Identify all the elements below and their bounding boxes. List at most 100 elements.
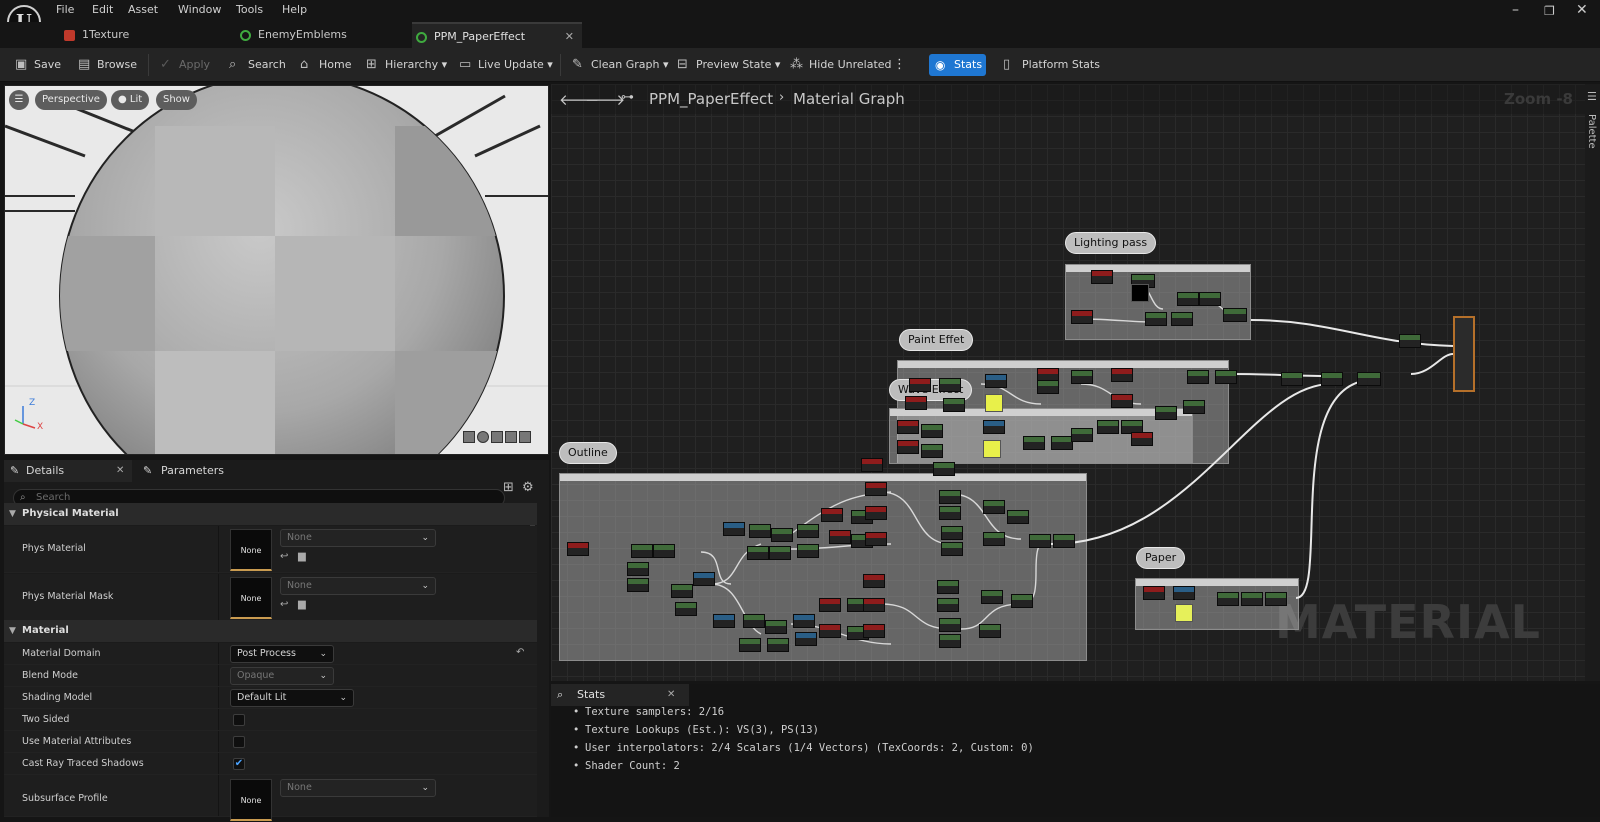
browse-button[interactable]: ▤ Browse bbox=[78, 48, 137, 82]
color-swatch[interactable] bbox=[1175, 604, 1193, 622]
graph-node[interactable] bbox=[1223, 308, 1247, 322]
graph-node[interactable] bbox=[1217, 592, 1239, 606]
graph-node[interactable] bbox=[1241, 592, 1263, 606]
close-window-icon[interactable]: ✕ bbox=[1576, 2, 1588, 18]
graph-node[interactable] bbox=[1037, 380, 1059, 394]
use-material-attributes-checkbox[interactable] bbox=[233, 736, 245, 748]
graph-node[interactable] bbox=[795, 632, 817, 646]
phys-material-combo[interactable]: None ⌄ bbox=[280, 529, 436, 547]
graph-node[interactable] bbox=[749, 524, 771, 538]
graph-node[interactable] bbox=[1111, 394, 1133, 408]
graph-node[interactable] bbox=[861, 458, 883, 472]
phys-material-thumbnail[interactable]: None bbox=[230, 529, 272, 571]
graph-node[interactable] bbox=[631, 544, 653, 558]
menu-tools[interactable]: Tools bbox=[236, 3, 263, 16]
graph-node[interactable] bbox=[933, 462, 955, 476]
lit-button[interactable]: ● Lit bbox=[111, 90, 150, 110]
cylinder-icon[interactable] bbox=[463, 431, 475, 443]
platform-stats-button[interactable]: ▯ Platform Stats bbox=[1003, 48, 1100, 82]
graph-node[interactable] bbox=[1029, 534, 1051, 548]
tab-parameters[interactable]: ✎ Parameters bbox=[139, 460, 259, 482]
graph-node[interactable] bbox=[1215, 370, 1237, 384]
graph-node[interactable] bbox=[769, 546, 791, 560]
viewport-menu-icon[interactable]: ☰ bbox=[9, 90, 29, 110]
graph-node[interactable] bbox=[1173, 586, 1195, 600]
graph-node[interactable] bbox=[1145, 312, 1167, 326]
graph-node[interactable] bbox=[747, 546, 769, 560]
menu-file[interactable]: File bbox=[56, 3, 74, 16]
live-update-button[interactable]: ▭ Live Update ▾ bbox=[459, 48, 553, 82]
settings-gear-icon[interactable]: ⚙ bbox=[522, 480, 534, 495]
table-view-icon[interactable]: ⊞ bbox=[503, 480, 514, 495]
graph-node[interactable] bbox=[1171, 312, 1193, 326]
home-button[interactable]: ⌂ Home bbox=[300, 48, 351, 82]
graph-node[interactable] bbox=[627, 562, 649, 576]
hide-unrelated-button[interactable]: ⁂ Hide Unrelated bbox=[790, 48, 892, 82]
search-button[interactable]: ⌕ Search bbox=[229, 48, 286, 82]
apply-button[interactable]: ✓ Apply bbox=[160, 48, 210, 82]
graph-node[interactable] bbox=[943, 398, 965, 412]
phys-material-mask-thumbnail[interactable]: None bbox=[230, 577, 272, 619]
comment-bubble-paint-effet[interactable]: Paint Effet bbox=[899, 329, 974, 351]
graph-node[interactable] bbox=[1091, 270, 1113, 284]
graph-node[interactable] bbox=[1111, 368, 1133, 382]
material-result-node[interactable] bbox=[1453, 316, 1475, 392]
color-swatch[interactable] bbox=[1131, 284, 1149, 302]
graph-node[interactable] bbox=[921, 444, 943, 458]
graph-node[interactable] bbox=[921, 424, 943, 438]
menu-window[interactable]: Window bbox=[178, 3, 221, 16]
graph-node[interactable] bbox=[863, 624, 885, 638]
graph-node[interactable] bbox=[939, 634, 961, 648]
graph-node[interactable] bbox=[1071, 428, 1093, 442]
graph-node[interactable] bbox=[1071, 370, 1093, 384]
graph-node[interactable] bbox=[939, 490, 961, 504]
graph-node[interactable] bbox=[713, 614, 735, 628]
graph-node[interactable] bbox=[865, 482, 887, 496]
color-swatch[interactable] bbox=[983, 440, 1001, 458]
preview-viewport[interactable]: ☰ Perspective ● Lit Show Z X bbox=[4, 85, 549, 455]
graph-node[interactable] bbox=[1051, 436, 1073, 450]
preview-shape-buttons[interactable] bbox=[463, 431, 543, 445]
graph-node[interactable] bbox=[675, 602, 697, 616]
shading-model-combo[interactable]: Default Lit ⌄ bbox=[230, 689, 354, 707]
graph-node[interactable] bbox=[863, 598, 885, 612]
graph-node[interactable] bbox=[821, 508, 843, 522]
hierarchy-button[interactable]: ⊞ Hierarchy ▾ bbox=[366, 48, 447, 82]
close-tab-icon[interactable]: ✕ bbox=[116, 460, 124, 482]
maximize-icon[interactable]: ❐ bbox=[1544, 4, 1555, 18]
graph-node[interactable] bbox=[983, 420, 1005, 434]
close-tab-icon[interactable]: ✕ bbox=[565, 24, 574, 50]
graph-node[interactable] bbox=[1177, 292, 1199, 306]
tab-enemyemblems[interactable]: EnemyEmblems bbox=[236, 22, 406, 48]
menu-help[interactable]: Help bbox=[282, 3, 307, 16]
graph-node[interactable] bbox=[743, 614, 765, 628]
graph-node[interactable] bbox=[979, 624, 1001, 638]
graph-node[interactable] bbox=[671, 584, 693, 598]
graph-node[interactable] bbox=[1357, 372, 1381, 386]
subsurface-profile-thumbnail[interactable]: None bbox=[230, 779, 272, 821]
graph-node[interactable] bbox=[897, 440, 919, 454]
tab-stats[interactable]: ⌕ Stats ✕ bbox=[551, 684, 689, 706]
graph-node[interactable] bbox=[1143, 586, 1165, 600]
minimize-icon[interactable]: – bbox=[1512, 2, 1519, 18]
graph-node[interactable] bbox=[1071, 310, 1093, 324]
graph-node[interactable] bbox=[819, 624, 841, 638]
graph-node[interactable] bbox=[1011, 594, 1033, 608]
close-tab-icon[interactable]: ✕ bbox=[667, 684, 675, 706]
color-swatch[interactable] bbox=[985, 394, 1003, 412]
browse-asset-icon[interactable]: ▆ bbox=[298, 599, 306, 610]
comment-bubble-outline[interactable]: Outline bbox=[559, 442, 617, 464]
graph-node[interactable] bbox=[937, 598, 959, 612]
graph-node[interactable] bbox=[1187, 370, 1209, 384]
comment-bubble-paper[interactable]: Paper bbox=[1136, 547, 1186, 569]
category-physical-material[interactable]: ▼ Physical Material bbox=[4, 503, 537, 525]
teapot-icon[interactable] bbox=[519, 431, 531, 443]
graph-node[interactable] bbox=[941, 526, 963, 540]
menu-edit[interactable]: Edit bbox=[92, 3, 113, 16]
graph-node[interactable] bbox=[983, 532, 1005, 546]
two-sided-checkbox[interactable] bbox=[233, 714, 245, 726]
graph-node[interactable] bbox=[771, 528, 793, 542]
graph-node[interactable] bbox=[897, 420, 919, 434]
graph-node[interactable] bbox=[981, 590, 1003, 604]
show-button[interactable]: Show bbox=[156, 90, 197, 110]
